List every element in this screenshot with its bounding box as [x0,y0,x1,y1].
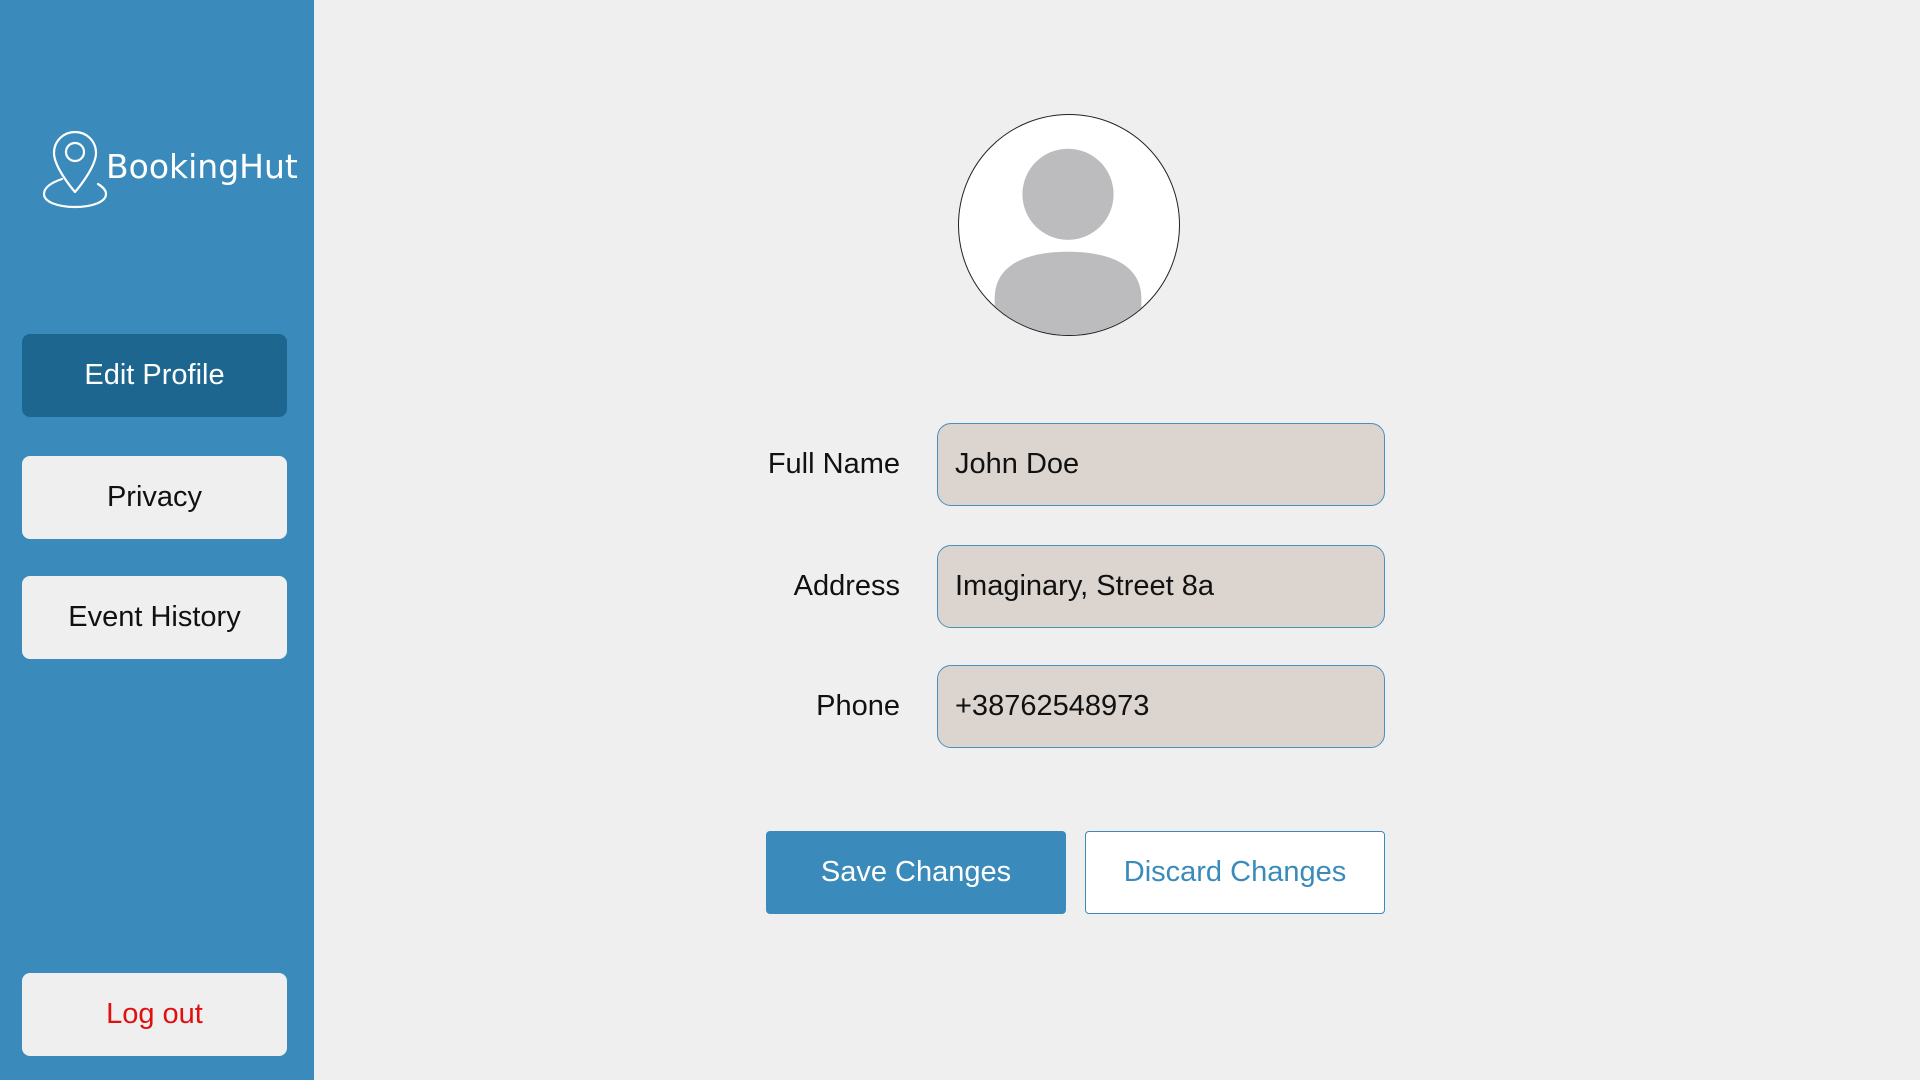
map-pin-icon [40,124,110,215]
user-avatar-icon [959,148,1179,335]
full-name-input[interactable] [937,423,1385,506]
logout-button[interactable]: Log out [22,973,287,1056]
sidebar-item-privacy[interactable]: Privacy [22,456,287,539]
save-changes-label: Save Changes [820,856,1012,888]
brand-logo[interactable]: BookingHut [40,126,298,212]
sidebar-item-edit-profile[interactable]: Edit Profile [22,334,287,417]
sidebar-item-label: Edit Profile [84,359,225,391]
discard-changes-label: Discard Changes [1123,856,1347,888]
save-changes-button[interactable]: Save Changes [766,831,1066,914]
sidebar-item-label: Privacy [106,481,203,513]
phone-input[interactable] [937,665,1385,748]
address-input[interactable] [937,545,1385,628]
full-name-label: Full Name [767,448,900,480]
address-label: Address [793,570,900,602]
sidebar-item-event-history[interactable]: Event History [22,576,287,659]
brand-name: BookingHut [106,146,298,186]
discard-changes-button[interactable]: Discard Changes [1085,831,1385,914]
logout-label: Log out [106,998,203,1030]
phone-label: Phone [816,690,900,722]
profile-avatar[interactable] [958,114,1180,336]
app-window: BookingHut Edit Profile Privacy Event Hi… [0,0,1920,1080]
sidebar: BookingHut Edit Profile Privacy Event Hi… [0,0,314,1080]
sidebar-item-label: Event History [68,601,241,633]
